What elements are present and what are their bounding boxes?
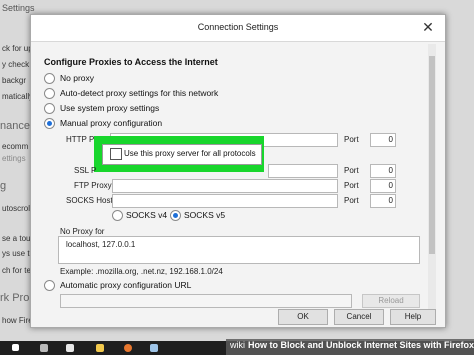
radio-label-manual-proxy: Manual proxy configuration <box>60 118 163 128</box>
auto-config-url-label: Automatic proxy configuration URL <box>60 280 192 290</box>
ssl-proxy-label: SSL P <box>74 166 97 175</box>
background-text-7: utoscrol <box>2 204 31 213</box>
cancel-button[interactable]: Cancel <box>334 309 384 325</box>
dialog-titlebar: Connection Settings ✕ <box>31 15 445 42</box>
http-port-label: Port <box>344 135 359 144</box>
start-icon[interactable] <box>12 344 19 351</box>
background-text-5: ecomm <box>2 142 29 151</box>
example-text: Example: .mozilla.org, .net.nz, 192.168.… <box>60 267 223 276</box>
background-heading-2: g <box>0 180 7 192</box>
ssl-port-label: Port <box>344 166 359 175</box>
background-text-4: matically <box>2 92 34 101</box>
ok-button[interactable]: OK <box>278 309 328 325</box>
ftp-port-label: Port <box>344 181 359 190</box>
dialog-scrollbar-thumb[interactable] <box>429 56 435 254</box>
http-proxy-label: HTTP P <box>66 135 95 144</box>
socks-v4-label: SOCKS v4 <box>126 210 168 220</box>
radio-auto-config-url[interactable] <box>44 280 55 291</box>
ftp-port-field[interactable]: 0 <box>370 179 396 193</box>
socks-host-field[interactable] <box>112 194 338 208</box>
socks-port-field[interactable]: 0 <box>370 194 396 208</box>
radio-system-proxy[interactable] <box>44 103 55 114</box>
background-text-6: ettings <box>2 154 26 163</box>
auto-config-url-field[interactable] <box>60 294 352 308</box>
radio-no-proxy[interactable] <box>44 73 55 84</box>
close-icon[interactable]: ✕ <box>417 17 439 37</box>
taskbar-app-icon[interactable] <box>40 344 48 352</box>
task-view-icon[interactable] <box>66 344 74 352</box>
radio-label-system-proxy: Use system proxy settings <box>60 103 160 113</box>
watermark-text: wiki How to Block and Unblock Internet Si… <box>230 340 474 350</box>
firefox-icon[interactable] <box>124 344 132 352</box>
background-title: Settings <box>2 3 35 13</box>
radio-label-auto-detect: Auto-detect proxy settings for this netw… <box>60 88 219 98</box>
taskbar-extra-icon[interactable] <box>150 344 158 352</box>
dialog-title: Connection Settings <box>197 22 279 32</box>
socks-port-label: Port <box>344 196 359 205</box>
background-text-1: ck for up <box>2 44 33 53</box>
radio-auto-detect[interactable] <box>44 88 55 99</box>
watermark-brand: wiki <box>230 340 245 350</box>
radio-manual-proxy[interactable] <box>44 118 55 129</box>
ssl-proxy-field[interactable] <box>268 164 338 178</box>
reload-button[interactable]: Reload <box>362 294 420 308</box>
background-text-2: y check <box>2 60 30 69</box>
radio-socks-v4[interactable] <box>112 210 123 221</box>
http-port-field[interactable]: 0 <box>370 133 396 147</box>
background-text-3: backgr <box>2 76 27 85</box>
watermark-caption: How to Block and Unblock Internet Sites … <box>248 340 474 350</box>
socks-host-label: SOCKS Host <box>66 196 113 205</box>
ftp-proxy-field[interactable] <box>112 179 338 193</box>
background-heading-1: nance <box>0 120 30 132</box>
background-heading-3: rk Pro <box>0 292 30 304</box>
file-explorer-icon[interactable] <box>96 344 104 352</box>
ftp-proxy-label: FTP Proxy <box>74 181 112 190</box>
no-proxy-label: No Proxy for <box>60 227 105 236</box>
all-protocols-label: Use this proxy server for all protocols <box>124 149 256 158</box>
radio-socks-v5[interactable] <box>170 210 181 221</box>
ssl-port-field[interactable]: 0 <box>370 164 396 178</box>
socks-v5-label: SOCKS v5 <box>184 210 226 220</box>
help-button[interactable]: Help <box>390 309 436 325</box>
radio-label-no-proxy: No proxy <box>60 73 95 83</box>
section-title: Configure Proxies to Access the Internet <box>44 57 218 67</box>
all-protocols-checkbox[interactable] <box>110 148 122 160</box>
no-proxy-value: localhost, 127.0.0.1 <box>66 240 136 249</box>
